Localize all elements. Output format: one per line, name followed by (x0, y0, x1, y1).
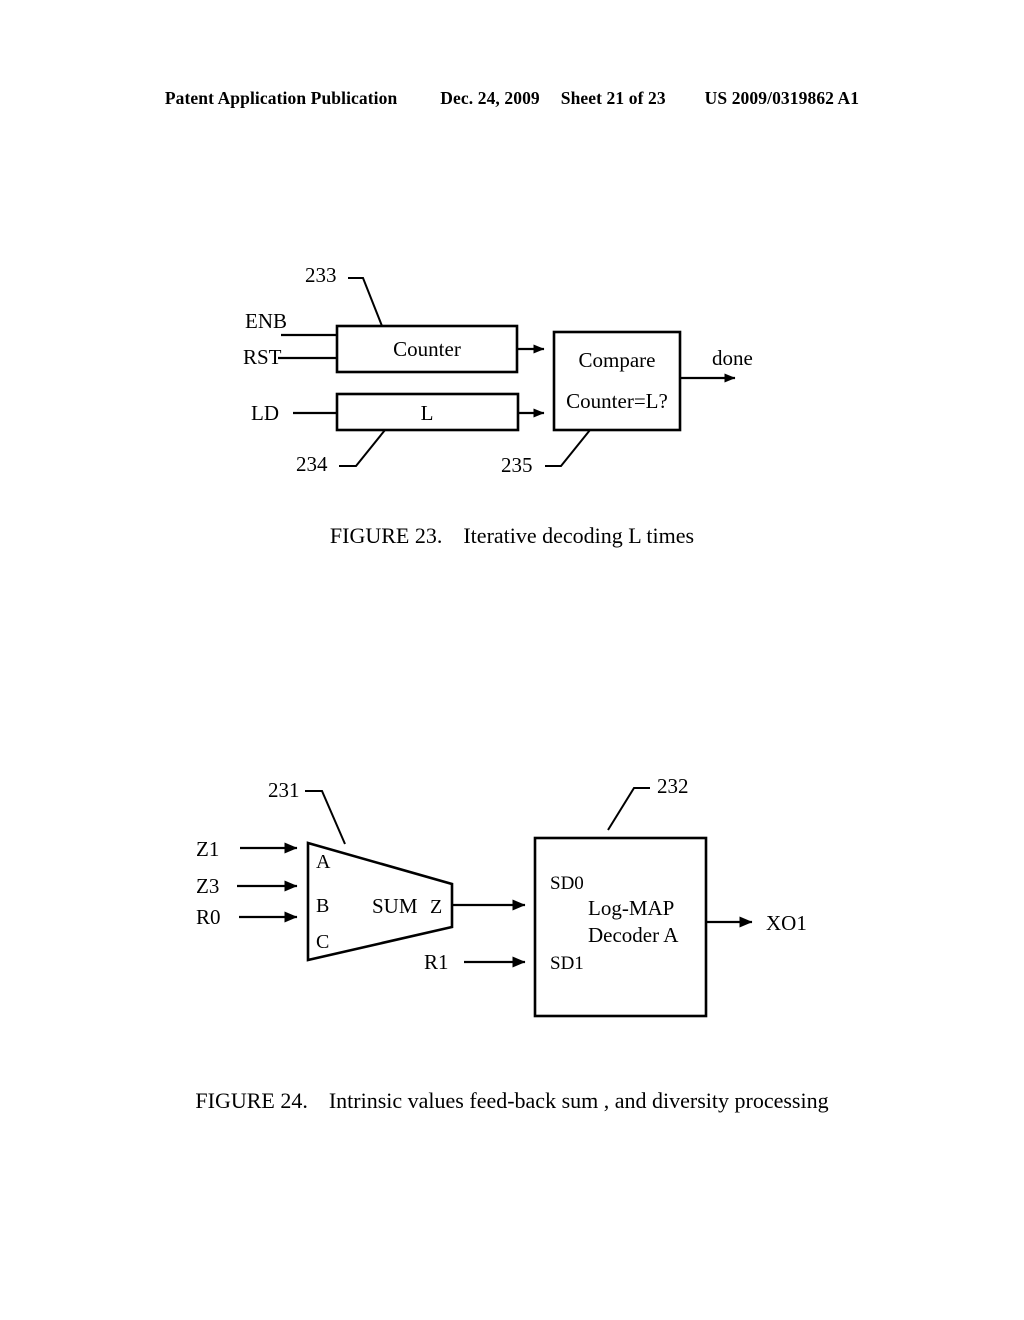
sum-block-label: SUM (372, 894, 418, 918)
input-z1-label: Z1 (196, 837, 219, 861)
ref-231-label: 231 (268, 778, 300, 802)
ref-233-leader-line (348, 277, 383, 327)
input-r1-label: R1 (424, 950, 449, 974)
ref-234-leader-line (339, 429, 386, 467)
sum-port-b-label: B (316, 895, 329, 917)
sum-port-c-label: C (316, 931, 329, 953)
input-z3-label: Z3 (196, 874, 219, 898)
input-rst-label: RST (243, 345, 282, 369)
output-xo1-label: XO1 (766, 911, 807, 935)
page-header: Patent Application Publication Dec. 24, … (0, 88, 1024, 109)
ref-235-label: 235 (501, 453, 533, 477)
input-enb-label: ENB (245, 309, 287, 333)
ref-233-label: 233 (305, 263, 337, 287)
figure-23-caption-label: FIGURE 23. (329, 523, 443, 548)
figure-23-caption-text: Iterative decoding L times (463, 523, 695, 548)
compare-block-label-line2: Counter=L? (566, 389, 668, 413)
ref-231-leader-line (305, 790, 346, 845)
ref-232-label: 232 (657, 774, 689, 798)
input-ld-label: LD (251, 401, 279, 425)
sum-port-a-label: A (316, 851, 331, 873)
ref-234-label: 234 (296, 452, 328, 476)
figure-24-caption-label: FIGURE 24. (195, 1088, 308, 1113)
output-done-label: done (712, 346, 753, 370)
figure-24-caption: FIGURE 24. Intrinsic values feed-back su… (0, 1088, 1024, 1114)
compare-block (552, 330, 682, 432)
decoder-block-label-line2: Decoder A (588, 923, 679, 947)
ref-232-leader-line (607, 787, 650, 831)
decoder-port-sd1-label: SD1 (550, 953, 584, 974)
figure-23-caption: FIGURE 23. Iterative decoding L times (0, 523, 1024, 549)
header-patent-number: US 2009/0319862 A1 (704, 88, 860, 108)
sum-port-z-label: Z (430, 896, 442, 918)
input-r0-label: R0 (196, 905, 221, 929)
header-sheet-number: Sheet 21 of 23 (560, 88, 666, 108)
ref-235-leader-line (545, 429, 591, 467)
figure-24-caption-text: Intrinsic values feed-back sum , and div… (328, 1088, 829, 1113)
figure-24-diagram: 231 A B C SUM Z Z1 Z3 R0 232 SD0 Log-MAP… (196, 774, 807, 1018)
counter-block-label: Counter (393, 337, 461, 361)
figure-24: 231 A B C SUM Z Z1 Z3 R0 232 SD0 Log-MAP… (0, 760, 1024, 1140)
header-publication-date: Dec. 24, 2009 (440, 88, 540, 108)
compare-block-label-line1: Compare (579, 348, 656, 372)
header-publication-title: Patent Application Publication (164, 88, 398, 108)
figure-23-diagram: 233 Counter ENB RST L LD 234 Compare Cou… (243, 263, 753, 477)
l-register-block-label: L (421, 401, 434, 425)
decoder-port-sd0-label: SD0 (550, 873, 584, 894)
decoder-block-label-line1: Log-MAP (588, 896, 674, 920)
